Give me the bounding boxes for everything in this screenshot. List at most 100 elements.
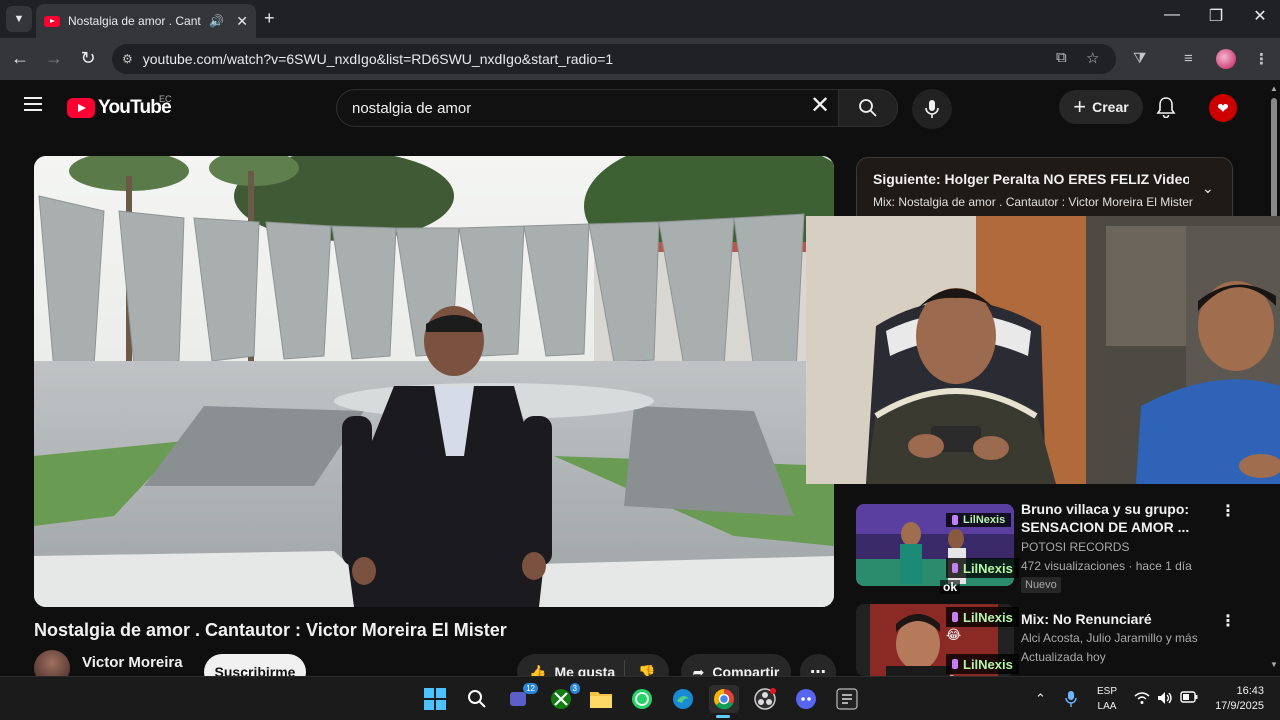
rec2-meta: Actualizada hoy: [1021, 650, 1106, 664]
close-window-icon[interactable]: ✕: [1240, 6, 1280, 26]
keyboard-layout: LAA: [1097, 701, 1117, 712]
search-input[interactable]: nostalgia de amor: [336, 89, 848, 127]
channel-name[interactable]: Victor Moreira: [82, 654, 183, 671]
youtube-header: YouTube EC nostalgia de amor ✕ + Crear ❤: [0, 80, 1268, 136]
rec1-title-line1[interactable]: Bruno villaca y su grupo:: [1021, 500, 1189, 518]
search-icon: [859, 99, 877, 117]
chat-badge-icon: [952, 612, 958, 622]
windows-start-icon[interactable]: [420, 685, 450, 713]
browser-menu-icon[interactable]: ⋮: [1254, 50, 1269, 68]
install-app-icon[interactable]: ⧉: [1056, 49, 1067, 66]
chat-badge-icon: [952, 515, 958, 525]
chrome-icon[interactable]: [709, 685, 739, 713]
clear-search-icon[interactable]: ✕: [810, 94, 830, 118]
video-title: Nostalgia de amor . Cantautor : Victor M…: [34, 620, 507, 640]
chat-username-text: LilNexis: [963, 656, 1013, 672]
close-tab-icon[interactable]: ✕: [236, 13, 248, 30]
obs-icon[interactable]: [750, 685, 780, 713]
rec1-meta: 472 visualizaciones · hace 1 día: [1021, 559, 1192, 573]
up-next-subtitle: Mix: Nostalgia de amor . Cantautor : Vic…: [873, 195, 1193, 209]
show-hidden-icons-chevron-icon[interactable]: ⌃: [1035, 691, 1046, 707]
forward-icon[interactable]: →: [42, 48, 66, 69]
url-text: youtube.com/watch?v=6SWU_nxdIgo&list=RD6…: [142, 51, 614, 67]
rec1-channel[interactable]: POTOSI RECORDS: [1021, 540, 1129, 554]
battery-icon[interactable]: [1180, 691, 1198, 706]
search-icon[interactable]: [462, 685, 492, 713]
address-bar[interactable]: ⚙ youtube.com/watch?v=6SWU_nxdIgo&list=R…: [112, 44, 1116, 74]
minimize-icon[interactable]: —: [1152, 6, 1192, 24]
laughing-emoji-icon: 😂: [946, 627, 962, 642]
rec2-title[interactable]: Mix: No Renunciaré: [1021, 610, 1152, 628]
webcam-overlay: [806, 216, 1280, 484]
chat-badge-icon: [952, 659, 958, 669]
browser-tab-strip: ▼ Nostalgia de amor . Cantautor : Victor…: [0, 0, 1280, 38]
scroll-down-arrow-icon[interactable]: ▼: [1270, 660, 1278, 669]
rec1-title-line2[interactable]: SENSACION DE AMOR ...: [1021, 518, 1189, 536]
country-code: EC: [159, 94, 172, 104]
site-info-icon[interactable]: ⚙: [122, 52, 133, 66]
account-avatar[interactable]: ❤: [1209, 94, 1237, 122]
bookmark-star-icon[interactable]: ☆: [1086, 49, 1099, 67]
input-language[interactable]: ESP LAA: [1097, 684, 1117, 714]
search-query-text: nostalgia de amor: [352, 99, 472, 117]
chat-username-text: LilNexis: [963, 514, 1006, 526]
teams-badge: 12: [523, 683, 538, 694]
rec1-more-icon[interactable]: ⋮: [1220, 501, 1236, 521]
scrollbar-thumb[interactable]: [1271, 98, 1277, 218]
extensions-icon[interactable]: ⧩: [1133, 50, 1146, 67]
video-frame-image: [34, 156, 834, 607]
browser-tab[interactable]: Nostalgia de amor . Cantautor : Victor M…: [36, 4, 256, 38]
teams-icon[interactable]: 12: [504, 683, 538, 713]
chat-badge-icon: [952, 563, 958, 573]
media-control-icon[interactable]: ≡: [1184, 50, 1193, 67]
youtube-favicon-icon: [44, 15, 60, 27]
new-tab-icon[interactable]: +: [264, 8, 275, 29]
gta-launcher-icon[interactable]: [832, 685, 862, 713]
webcam-feed-image: [806, 216, 1280, 484]
back-icon[interactable]: ←: [8, 48, 32, 69]
chat-username: LilNexis: [946, 513, 1012, 527]
create-button[interactable]: + Crear: [1059, 90, 1143, 124]
rec2-more-icon[interactable]: ⋮: [1220, 611, 1236, 631]
microphone-tray-icon[interactable]: [1065, 691, 1077, 710]
up-next-title: Siguiente: Holger Peralta NO ERES FELIZ …: [873, 171, 1189, 187]
video-player[interactable]: [34, 156, 834, 607]
create-label: Crear: [1092, 99, 1129, 115]
rec2-channel[interactable]: Alci Acosta, Julio Jaramillo y más: [1021, 631, 1198, 645]
xbox-icon[interactable]: 3: [546, 683, 580, 713]
youtube-logo[interactable]: YouTube: [67, 97, 172, 119]
wifi-icon[interactable]: [1134, 691, 1150, 708]
chevron-down-icon[interactable]: ⌄: [1202, 180, 1214, 197]
chat-username: LilNexis: [946, 558, 1019, 578]
discord-icon[interactable]: [791, 685, 821, 713]
reload-icon[interactable]: ↻: [76, 48, 100, 69]
chat-username: LilNexis: [946, 607, 1019, 627]
hamburger-menu-icon[interactable]: [24, 97, 42, 111]
speaker-icon[interactable]: 🔊: [209, 14, 224, 28]
scroll-up-arrow-icon[interactable]: ▲: [1270, 84, 1278, 93]
voice-search-button[interactable]: [912, 89, 952, 129]
chat-message: ok: [940, 580, 961, 594]
system-clock[interactable]: 16:43 17/9/2025: [1200, 684, 1264, 714]
restore-icon[interactable]: ❐: [1196, 6, 1236, 26]
chat-username-text: LilNexis: [963, 609, 1013, 625]
plus-icon: +: [1073, 94, 1087, 119]
active-app-indicator: [716, 715, 730, 718]
browser-profile-avatar[interactable]: [1216, 49, 1236, 69]
chat-username-text: LilNexis: [963, 560, 1013, 576]
clock-date: 17/9/2025: [1215, 700, 1264, 712]
search-button[interactable]: [838, 89, 898, 127]
volume-icon[interactable]: [1157, 691, 1173, 708]
whatsapp-icon[interactable]: [627, 685, 657, 713]
tab-search-dropdown-icon[interactable]: ▼: [6, 6, 32, 32]
file-explorer-icon[interactable]: [586, 685, 616, 713]
youtube-play-logo-icon: [67, 98, 95, 118]
playlist-up-next-panel[interactable]: Siguiente: Holger Peralta NO ERES FELIZ …: [856, 157, 1233, 221]
tab-title: Nostalgia de amor . Cantautor : Victor M…: [68, 14, 201, 28]
notifications-bell-icon[interactable]: [1156, 96, 1176, 123]
language-code: ESP: [1097, 686, 1118, 697]
new-badge: Nuevo: [1021, 577, 1061, 593]
edge-icon[interactable]: [668, 685, 698, 713]
chat-username: LilNexis: [946, 654, 1019, 674]
microphone-icon: [925, 100, 939, 118]
